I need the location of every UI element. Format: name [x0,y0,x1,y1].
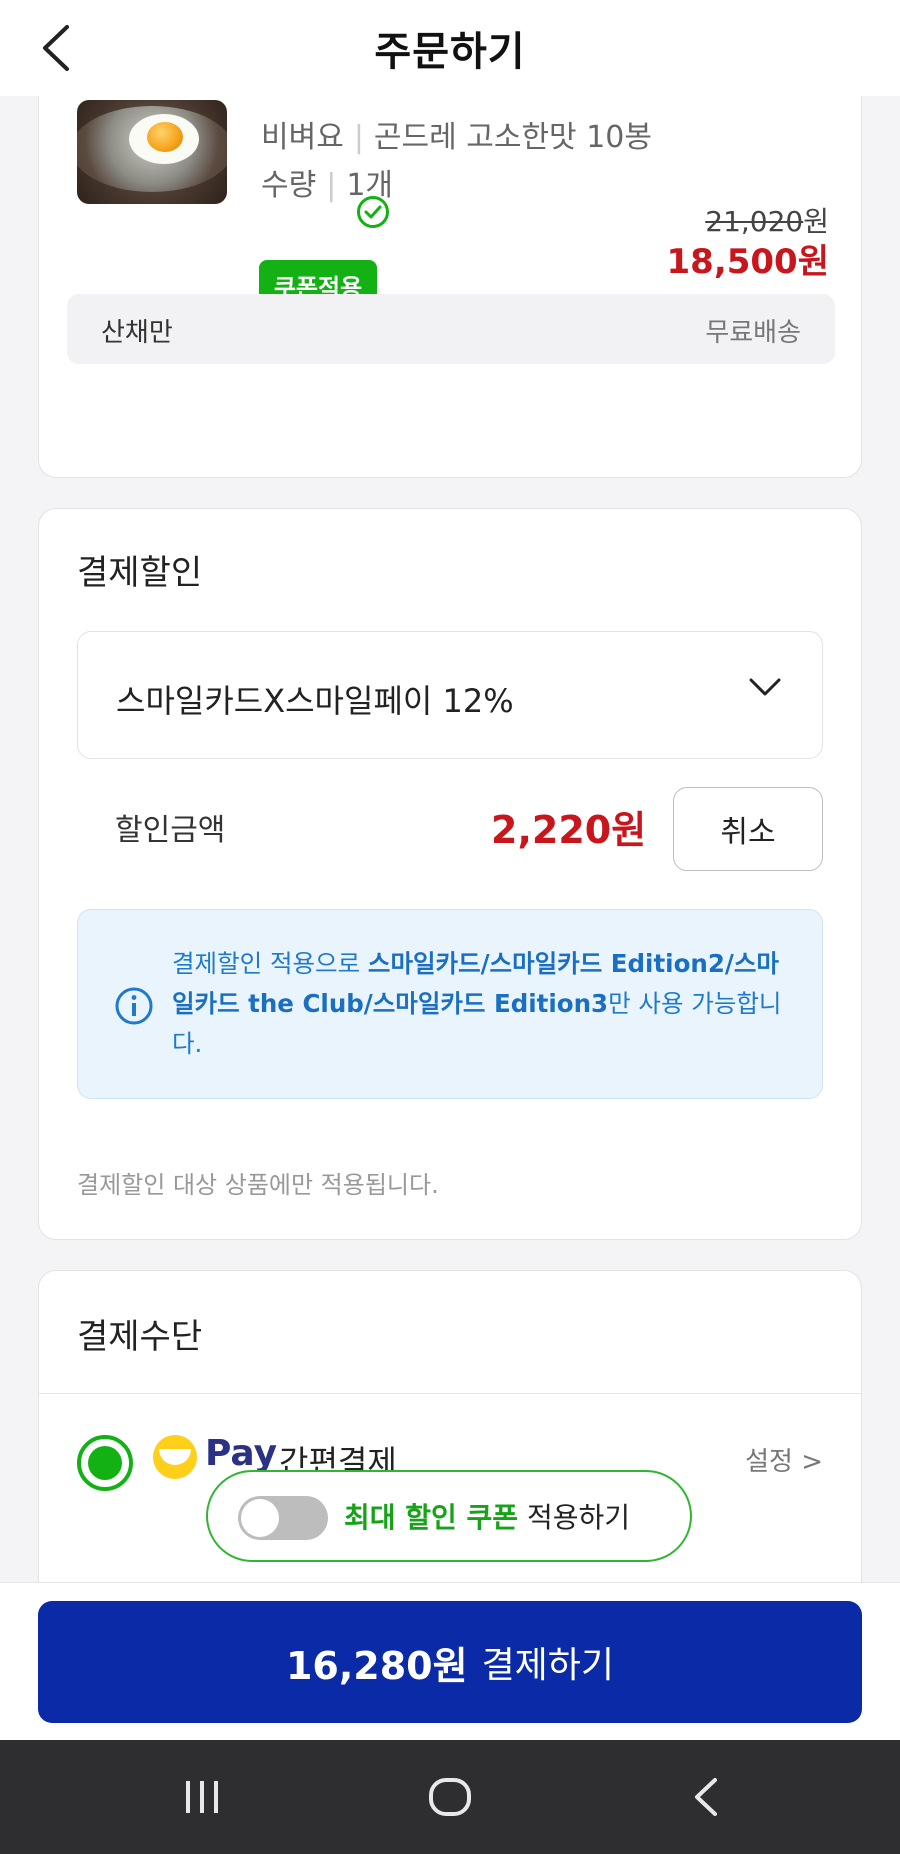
seller-shipping-row: 산채만 무료배송 [67,294,835,364]
discount-select[interactable]: 스마일카드X스마일페이 12% [77,631,823,759]
order-item-card: 비벼요 | 곤드레 고소한맛 10봉 수량 | 1개 쿠폰적용 21,020원 18,5… [38,60,862,478]
pay-brand: Pay [205,1433,278,1474]
back-button[interactable] [36,18,76,78]
chevron-left-icon [43,25,69,71]
pay-button-label: 결제하기 [481,1645,615,1686]
home-button[interactable] [420,1770,480,1824]
coupon-toggle-label: 최대 할인 쿠폰 적용하기 [344,1496,630,1536]
back-nav-button[interactable] [676,1770,736,1824]
section-title: 결제수단 [77,1317,203,1357]
option-label: 비벼요 [261,120,344,155]
max-coupon-toggle[interactable]: 최대 할인 쿠폰 적용하기 [206,1470,692,1562]
discount-note: 결제할인 대상 상품에만 적용됩니다. [77,1171,439,1199]
discount-info-notice: 결제할인 적용으로 스마일카드/스마일카드 Edition2/스마일카드 the… [77,909,823,1099]
payment-discount-section: 결제할인 스마일카드X스마일페이 12% 할인금액 2,220원 취소 결제할인… [38,508,862,1240]
payment-settings-link[interactable]: 설정 > [745,1441,823,1478]
check-circle-icon [357,196,389,228]
page-title: 주문하기 [374,29,526,75]
option-value: 곤드레 고소한맛 10봉 [373,120,652,155]
section-title: 결제할인 [77,553,203,593]
bottom-pay-bar: 16,280원 결제하기 [0,1582,900,1740]
discount-amount: 2,220원 [491,808,647,852]
chevron-down-icon [749,678,781,696]
sale-price: 18,500원 [666,242,829,282]
back-arrow-icon [695,1778,717,1816]
system-nav-bar [0,1740,900,1854]
smilepay-logo-icon [153,1435,197,1479]
coupon-toggle-rest: 적용하기 [518,1501,631,1534]
cancel-discount-button[interactable]: 취소 [673,787,823,871]
info-icon [115,987,153,1025]
payment-radio-selected[interactable] [77,1435,133,1491]
recent-apps-button[interactable] [172,1770,232,1824]
product-option: 비벼요 | 곤드레 고소한맛 10봉 [261,120,652,155]
info-prefix: 결제할인 적용으로 [172,949,368,978]
discount-amount-label: 할인금액 [115,813,226,848]
recent-apps-icon [186,1781,218,1813]
seller-name: 산채만 [101,318,173,348]
home-icon [429,1778,471,1816]
discount-selected-value: 스마일카드X스마일페이 12% [116,682,514,720]
pay-button[interactable]: 16,280원 결제하기 [38,1601,862,1723]
quantity-label: 수량 [261,168,317,203]
toggle-switch[interactable] [238,1496,328,1540]
pay-amount: 16,280원 [285,1643,468,1688]
product-thumbnail[interactable] [77,100,227,204]
top-app-bar: 주문하기 [0,0,900,96]
shipping-fee: 무료배송 [705,318,801,348]
coupon-toggle-highlight: 최대 할인 쿠폰 [344,1501,519,1534]
info-text: 결제할인 적용으로 스마일카드/스마일카드 Edition2/스마일카드 the… [172,944,798,1064]
divider [39,1393,861,1394]
